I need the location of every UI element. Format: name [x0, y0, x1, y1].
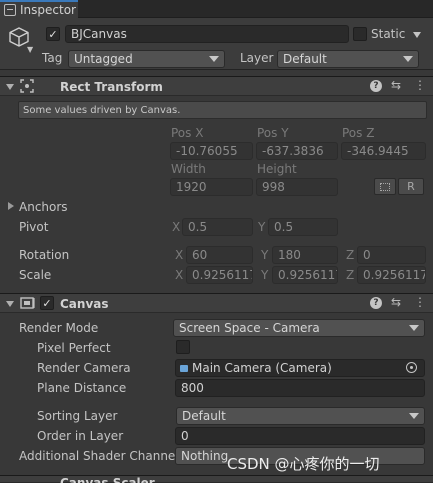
rect-transform-icon	[20, 79, 34, 93]
inspector-icon	[4, 4, 16, 16]
more-icon[interactable]: ⋮	[414, 295, 426, 309]
rotation-y-axis: Y	[261, 248, 269, 262]
scale-x-field[interactable]: 0.9256117	[186, 266, 253, 284]
raw-edit-button[interactable]: R	[398, 178, 424, 195]
static-checkbox[interactable]	[353, 27, 367, 41]
dotted-rect-icon	[380, 182, 390, 191]
tag-dropdown[interactable]: Untagged	[68, 50, 225, 68]
render-mode-value: Screen Space - Camera	[179, 321, 320, 335]
settings-icon[interactable]: ⇆	[391, 295, 401, 309]
rotation-z-axis: Z	[346, 248, 355, 262]
rotation-label: Rotation	[19, 248, 70, 262]
scale-x-axis: X	[175, 268, 184, 282]
pos-x-field[interactable]: -10.76055	[170, 142, 253, 160]
width-label: Width	[171, 162, 206, 176]
width-field[interactable]: 1920	[170, 178, 253, 196]
scale-label: Scale	[19, 268, 52, 282]
canvas-enabled-checkbox[interactable]: ✓	[40, 296, 54, 310]
shader-channels-value: Nothing	[181, 449, 229, 463]
rotation-z-field[interactable]: 0	[357, 246, 426, 264]
sorting-layer-dropdown[interactable]: Default	[176, 407, 425, 425]
render-camera-value: Main Camera (Camera)	[192, 361, 332, 375]
chevron-down-icon	[403, 56, 413, 62]
pos-x-label: Pos X	[171, 126, 204, 140]
chevron-down-icon	[409, 413, 419, 419]
rotation-x-axis: X	[175, 248, 184, 262]
chevron-down-icon	[409, 325, 419, 331]
tag-value: Untagged	[74, 52, 133, 66]
canvas-title: Canvas	[60, 297, 109, 311]
pos-z-label: Pos Z	[342, 126, 375, 140]
static-label: Static	[371, 27, 406, 41]
pos-z-field[interactable]: -346.9445	[341, 142, 426, 160]
scale-y-axis: Y	[261, 268, 269, 282]
object-picker-icon[interactable]	[406, 362, 417, 373]
layer-dropdown[interactable]: Default	[277, 50, 419, 68]
pos-y-label: Pos Y	[257, 126, 289, 140]
sorting-layer-value: Default	[182, 409, 226, 423]
more-icon[interactable]: ⋮	[414, 78, 426, 92]
help-icon[interactable]: ?	[370, 297, 382, 309]
foldout-arrow-icon[interactable]	[6, 301, 14, 307]
pivot-label: Pivot	[19, 220, 49, 234]
layer-value: Default	[283, 52, 327, 66]
height-label: Height	[257, 162, 297, 176]
height-field[interactable]: 998	[256, 178, 338, 196]
rect-transform-title: Rect Transform	[60, 80, 163, 94]
pivot-y-field[interactable]: 0.5	[268, 218, 338, 236]
object-name-field[interactable]: BJCanvas	[65, 25, 349, 43]
canvas-scaler-title: Canvas Scaler	[60, 476, 155, 483]
scale-y-field[interactable]: 0.9256117	[272, 266, 338, 284]
chevron-down-icon	[209, 56, 219, 62]
pixel-perfect-checkbox[interactable]	[176, 340, 190, 354]
plane-distance-field[interactable]: 800	[175, 379, 425, 397]
render-mode-dropdown[interactable]: Screen Space - Camera	[173, 319, 425, 337]
shader-channels-label: Additional Shader Channels	[19, 449, 185, 463]
order-in-layer-field[interactable]: 0	[175, 427, 425, 445]
blueprint-mode-button[interactable]	[374, 178, 396, 195]
scale-z-axis: Z	[346, 268, 355, 282]
chevron-down-icon[interactable]: ▼	[27, 45, 33, 54]
rotation-x-field[interactable]: 60	[186, 246, 253, 264]
render-camera-label: Render Camera	[37, 361, 131, 375]
canvas-icon	[20, 297, 35, 309]
pivot-x-field[interactable]: 0.5	[182, 218, 253, 236]
help-icon[interactable]: ?	[370, 80, 382, 92]
pivot-x-axis: X	[172, 220, 181, 234]
sorting-layer-label: Sorting Layer	[37, 409, 118, 423]
tag-label: Tag	[42, 51, 63, 65]
rotation-y-field[interactable]: 180	[272, 246, 338, 264]
render-camera-field[interactable]: Main Camera (Camera)	[175, 359, 425, 377]
tab-inspector[interactable]: Inspector	[0, 0, 78, 18]
plane-distance-label: Plane Distance	[37, 381, 127, 395]
layer-label: Layer	[240, 51, 274, 65]
pixel-perfect-label: Pixel Perfect	[37, 341, 111, 355]
scale-z-field[interactable]: 0.9256117	[357, 266, 426, 284]
anchors-foldout-icon[interactable]	[8, 202, 14, 210]
render-mode-label: Render Mode	[19, 321, 99, 335]
order-in-layer-label: Order in Layer	[37, 429, 124, 443]
active-checkbox[interactable]: ✓	[46, 27, 60, 41]
pos-y-field[interactable]: -637.3836	[256, 142, 338, 160]
static-dropdown-icon[interactable]	[413, 32, 421, 38]
camera-icon	[180, 364, 188, 372]
watermark: CSDN @心疼你的一切	[227, 455, 380, 473]
anchors-label[interactable]: Anchors	[19, 200, 68, 214]
foldout-arrow-icon[interactable]	[6, 84, 14, 90]
pivot-y-axis: Y	[258, 220, 266, 234]
driven-info-box: Some values driven by Canvas.	[18, 101, 427, 119]
settings-icon[interactable]: ⇆	[391, 78, 401, 92]
tab-label: Inspector	[20, 3, 76, 17]
